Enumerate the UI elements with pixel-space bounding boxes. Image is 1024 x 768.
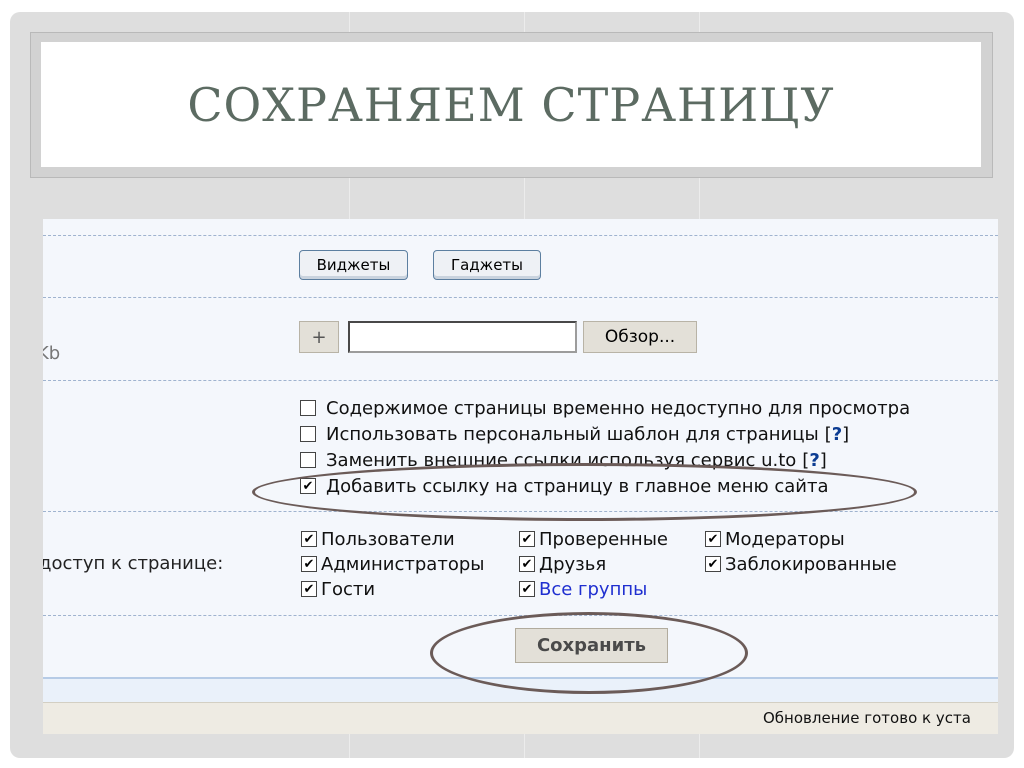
option-label: Использовать персональный шаблон для стр… — [326, 423, 819, 445]
checkbox[interactable]: ✔ — [519, 556, 535, 572]
option-row[interactable]: Содержимое страницы временно недоступно … — [300, 397, 910, 419]
access-option[interactable]: ✔ Заблокированные — [705, 553, 897, 575]
checkbox[interactable] — [300, 426, 316, 442]
access-option[interactable]: ✔ Пользователи — [301, 528, 455, 550]
checkmark-icon: ✔ — [521, 556, 533, 572]
access-option-label: Пользователи — [321, 528, 455, 550]
divider — [43, 511, 998, 512]
access-option-label: Администраторы — [321, 553, 485, 575]
widgets-button[interactable]: Виджеты — [299, 250, 408, 280]
access-option[interactable]: ✔ Друзья — [519, 553, 606, 575]
divider — [43, 235, 998, 236]
checkbox[interactable]: ✔ — [705, 531, 721, 547]
browser-screenshot: Виджеты Гаджеты Kb + Обзор... Содержимое… — [43, 219, 998, 734]
help-link[interactable]: ? — [809, 450, 819, 471]
access-option[interactable]: ✔ Гости — [301, 578, 375, 600]
all-groups-link[interactable]: Все группы — [539, 579, 647, 600]
access-option[interactable]: ✔ Проверенные — [519, 528, 668, 550]
browse-button[interactable]: Обзор... — [583, 321, 697, 353]
checkbox[interactable]: ✔ — [519, 581, 535, 597]
access-option-label: Модераторы — [725, 528, 845, 550]
access-option-label: Заблокированные — [725, 553, 897, 575]
checkmark-icon: ✔ — [302, 478, 314, 494]
browser-status-bar: Обновление готово к уста — [43, 702, 998, 734]
checkbox[interactable] — [300, 400, 316, 416]
title-box: СОХРАНЯЕМ СТРАНИЦУ — [41, 42, 981, 167]
access-option-all-groups[interactable]: ✔ Все группы — [519, 578, 647, 600]
file-path-input[interactable] — [348, 321, 577, 353]
help-link[interactable]: ? — [832, 424, 842, 445]
option-label: Содержимое страницы временно недоступно … — [326, 397, 911, 419]
checkbox[interactable]: ✔ — [301, 531, 317, 547]
checkbox[interactable]: ✔ — [301, 556, 317, 572]
option-label: Добавить ссылку на страницу в главное ме… — [326, 475, 829, 497]
checkmark-icon: ✔ — [521, 581, 533, 597]
option-row[interactable]: Использовать персональный шаблон для стр… — [300, 423, 849, 445]
save-button[interactable]: Сохранить — [515, 628, 668, 663]
slide-title: СОХРАНЯЕМ СТРАНИЦУ — [187, 77, 835, 132]
page-footer-bar — [43, 677, 998, 704]
option-row[interactable]: Заменить внешние ссылки используя сервис… — [300, 449, 827, 471]
access-option[interactable]: ✔ Администраторы — [301, 553, 484, 575]
checkbox[interactable]: ✔ — [300, 478, 316, 494]
gadgets-button[interactable]: Гаджеты — [433, 250, 541, 280]
divider — [43, 615, 998, 616]
checkbox[interactable] — [300, 452, 316, 468]
checkmark-icon: ✔ — [303, 556, 315, 572]
status-text: Обновление готово к уста — [763, 709, 971, 727]
checkbox[interactable]: ✔ — [301, 581, 317, 597]
access-option-label: Друзья — [539, 553, 607, 575]
checkmark-icon: ✔ — [707, 556, 719, 572]
access-option[interactable]: ✔ Модераторы — [705, 528, 845, 550]
size-limit-label: Kb — [43, 343, 61, 364]
access-label: доступ к странице: — [43, 553, 224, 574]
checkmark-icon: ✔ — [303, 531, 315, 547]
checkmark-icon: ✔ — [521, 531, 533, 547]
access-option-label: Проверенные — [539, 528, 668, 550]
add-file-button[interactable]: + — [299, 321, 339, 353]
checkmark-icon: ✔ — [303, 581, 315, 597]
option-label: Заменить внешние ссылки используя сервис… — [326, 449, 797, 471]
option-row[interactable]: ✔ Добавить ссылку на страницу в главное … — [300, 475, 828, 497]
checkmark-icon: ✔ — [707, 531, 719, 547]
checkbox[interactable]: ✔ — [705, 556, 721, 572]
divider — [43, 380, 998, 381]
access-option-label: Гости — [321, 578, 376, 600]
divider — [43, 297, 998, 298]
checkbox[interactable]: ✔ — [519, 531, 535, 547]
